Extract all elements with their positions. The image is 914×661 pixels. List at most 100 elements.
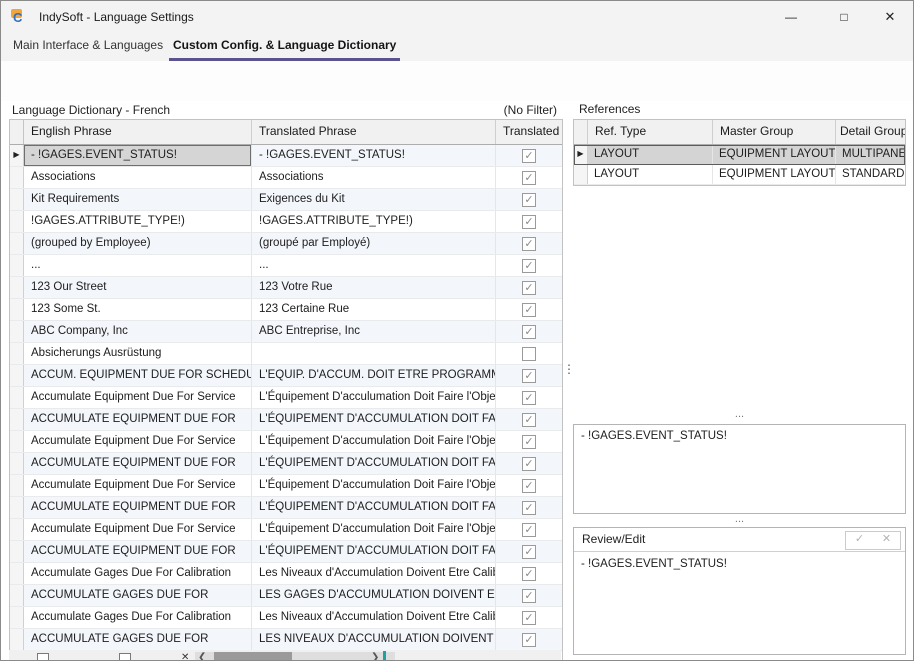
translated-checkbox-cell[interactable]: ✓ [496,497,562,518]
horizontal-splitter-handle[interactable]: ... [573,409,906,421]
checkbox-checked-icon[interactable]: ✓ [522,281,536,295]
master-group-cell[interactable]: EQUIPMENT LAYOUTS [713,165,836,184]
minimize-button[interactable]: — [768,1,814,33]
english-phrase-cell[interactable]: !GAGES.ATTRIBUTE_TYPE!) [24,211,252,232]
translated-checkbox-cell[interactable]: ✓ [496,563,562,584]
table-row[interactable]: ACCUMULATE EQUIPMENT DUE FORL'ÉQUIPEMENT… [10,409,562,431]
table-row[interactable]: ACCUMULATE EQUIPMENT DUE FORL'ÉQUIPEMENT… [10,497,562,519]
master-group-cell[interactable]: EQUIPMENT LAYOUTS [713,145,836,164]
table-row[interactable]: ACCUMULATE GAGES DUE FORLES GAGES D'ACCU… [10,585,562,607]
checkbox-checked-icon[interactable]: ✓ [522,303,536,317]
table-row[interactable]: ACCUMULATE GAGES DUE FORLES NIVEAUX D'AC… [10,629,562,651]
column-header-translated-phrase[interactable]: Translated Phrase [252,120,496,144]
table-row[interactable]: AssociationsAssociations✓ [10,167,562,189]
filter-status[interactable]: (No Filter) [421,103,557,117]
translated-phrase-cell[interactable]: Les Niveaux d'Accumulation Doivent Etre … [252,563,496,584]
translated-phrase-cell[interactable]: L'Équipement D'accumulation Doit Faire l… [252,475,496,496]
checkbox-checked-icon[interactable]: ✓ [522,325,536,339]
translated-phrase-cell[interactable]: L'Équipement D'accumulation Doit Faire l… [252,519,496,540]
table-row[interactable]: Accumulate Equipment Due For ServiceL'Éq… [10,519,562,541]
translated-phrase-cell[interactable]: L'Équipement D'accumulation Doit Faire l… [252,431,496,452]
english-phrase-cell[interactable]: Accumulate Gages Due For Calibration [24,607,252,628]
translated-phrase-cell[interactable]: LES GAGES D'ACCUMULATION DOIVENT ETRE CA [252,585,496,606]
translated-checkbox-cell[interactable]: ✓ [496,431,562,452]
translated-phrase-cell[interactable]: L'ÉQUIPEMENT D'ACCUMULATION DOIT FAIRE L… [252,497,496,518]
table-row[interactable]: Accumulate Gages Due For CalibrationLes … [10,563,562,585]
scroll-left-icon[interactable]: ❮ [198,652,206,661]
checkbox-checked-icon[interactable]: ✓ [522,193,536,207]
horizontal-splitter-handle[interactable]: ... [573,514,906,526]
translated-checkbox-cell[interactable]: ✓ [496,211,562,232]
checkbox-checked-icon[interactable]: ✓ [522,545,536,559]
translated-checkbox-cell[interactable]: ✓ [496,365,562,386]
english-phrase-cell[interactable]: Accumulate Equipment Due For Service [24,387,252,408]
translated-checkbox-cell[interactable]: ✓ [496,453,562,474]
checkbox-checked-icon[interactable]: ✓ [522,611,536,625]
english-phrase-cell[interactable]: Associations [24,167,252,188]
translated-phrase-cell[interactable]: ... [252,255,496,276]
checkbox-checked-icon[interactable]: ✓ [522,523,536,537]
english-phrase-cell[interactable]: Accumulate Equipment Due For Service [24,475,252,496]
english-phrase-cell[interactable]: ACCUM. EQUIPMENT DUE FOR SCHEDULE [24,365,252,386]
table-row[interactable]: 123 Our Street123 Votre Rue✓ [10,277,562,299]
english-phrase-cell[interactable]: Accumulate Gages Due For Calibration [24,563,252,584]
translated-checkbox-cell[interactable]: ✓ [496,629,562,650]
navigator-checkbox[interactable] [37,653,49,661]
checkbox-checked-icon[interactable]: ✓ [522,479,536,493]
scrollbar-thumb[interactable] [214,652,292,661]
translated-checkbox-cell[interactable]: ✓ [496,189,562,210]
english-phrase-cell[interactable]: Kit Requirements [24,189,252,210]
translated-checkbox-cell[interactable]: ✓ [496,321,562,342]
checkbox-checked-icon[interactable]: ✓ [522,215,536,229]
translated-phrase-cell[interactable]: - !GAGES.EVENT_STATUS! [252,145,496,166]
detail-group-cell[interactable]: STANDARD [836,165,905,184]
translated-phrase-cell[interactable]: L'ÉQUIPEMENT D'ACCUMULATION DOIT FAIRE L… [252,541,496,562]
translated-phrase-cell[interactable]: L'Équipement D'acculumation Doit Faire l… [252,387,496,408]
table-row[interactable]: ▶LAYOUTEQUIPMENT LAYOUTSMULTIPANEL- [574,145,905,165]
english-phrase-cell[interactable]: 123 Our Street [24,277,252,298]
translated-phrase-cell[interactable]: 123 Certaine Rue [252,299,496,320]
checkbox-checked-icon[interactable]: ✓ [522,501,536,515]
scroll-right-icon[interactable]: ❯ [371,652,379,661]
accept-icon[interactable]: ✓ [846,532,873,549]
table-row[interactable]: !GAGES.ATTRIBUTE_TYPE!)!GAGES.ATTRIBUTE_… [10,211,562,233]
checkbox-checked-icon[interactable]: ✓ [522,413,536,427]
ref-type-cell[interactable]: LAYOUT [588,165,713,184]
english-phrase-cell[interactable]: ACCUMULATE EQUIPMENT DUE FOR [24,409,252,430]
table-row[interactable]: LAYOUTEQUIPMENT LAYOUTSSTANDARD [574,165,905,185]
english-phrase-cell[interactable]: ACCUMULATE GAGES DUE FOR [24,585,252,606]
translated-checkbox-cell[interactable]: ✓ [496,387,562,408]
english-phrase-cell[interactable]: 123 Some St. [24,299,252,320]
translated-checkbox-cell[interactable]: ✓ [496,299,562,320]
table-row[interactable]: Accumulate Equipment Due For ServiceL'Éq… [10,475,562,497]
column-header-master-group[interactable]: Master Group [713,120,836,144]
english-phrase-cell[interactable]: ACCUMULATE EQUIPMENT DUE FOR [24,453,252,474]
english-phrase-cell[interactable]: ABC Company, Inc [24,321,252,342]
english-phrase-cell[interactable]: ACCUMULATE EQUIPMENT DUE FOR [24,541,252,562]
translated-checkbox-cell[interactable]: ✓ [496,409,562,430]
translated-phrase-cell[interactable] [252,343,496,364]
english-phrase-cell[interactable]: (grouped by Employee) [24,233,252,254]
checkbox-checked-icon[interactable]: ✓ [522,369,536,383]
english-phrase-cell[interactable]: Absicherungs Ausrüstung [24,343,252,364]
tab-main-interface[interactable]: Main Interface & Languages [9,33,167,58]
table-row[interactable]: ACCUMULATE EQUIPMENT DUE FORL'ÉQUIPEMENT… [10,541,562,563]
english-phrase-cell[interactable]: ACCUMULATE GAGES DUE FOR [24,629,252,650]
translated-checkbox-cell[interactable]: ✓ [496,233,562,254]
checkbox-checked-icon[interactable]: ✓ [522,149,536,163]
translated-phrase-cell[interactable]: Exigences du Kit [252,189,496,210]
close-button[interactable]: ✕ [867,1,913,33]
tab-custom-config[interactable]: Custom Config. & Language Dictionary [169,33,400,61]
table-row[interactable]: (grouped by Employee)(groupé par Employé… [10,233,562,255]
translated-checkbox-cell[interactable]: ✓ [496,519,562,540]
title-bar[interactable]: C IndySoft - Language Settings — □ ✕ [1,1,913,33]
column-header-english[interactable]: English Phrase [24,120,252,144]
checkbox-checked-icon[interactable]: ✓ [522,237,536,251]
table-row[interactable]: ......✓ [10,255,562,277]
translated-phrase-cell[interactable]: Les Niveaux d'Accumulation Doivent Etre … [252,607,496,628]
table-row[interactable]: Accumulate Equipment Due For ServiceL'Éq… [10,387,562,409]
column-header-detail-group[interactable]: Detail Group [836,120,905,144]
translated-checkbox-cell[interactable]: ✓ [496,607,562,628]
vertical-splitter-handle[interactable]: ⋮ [563,366,571,372]
checkbox-checked-icon[interactable]: ✓ [522,589,536,603]
